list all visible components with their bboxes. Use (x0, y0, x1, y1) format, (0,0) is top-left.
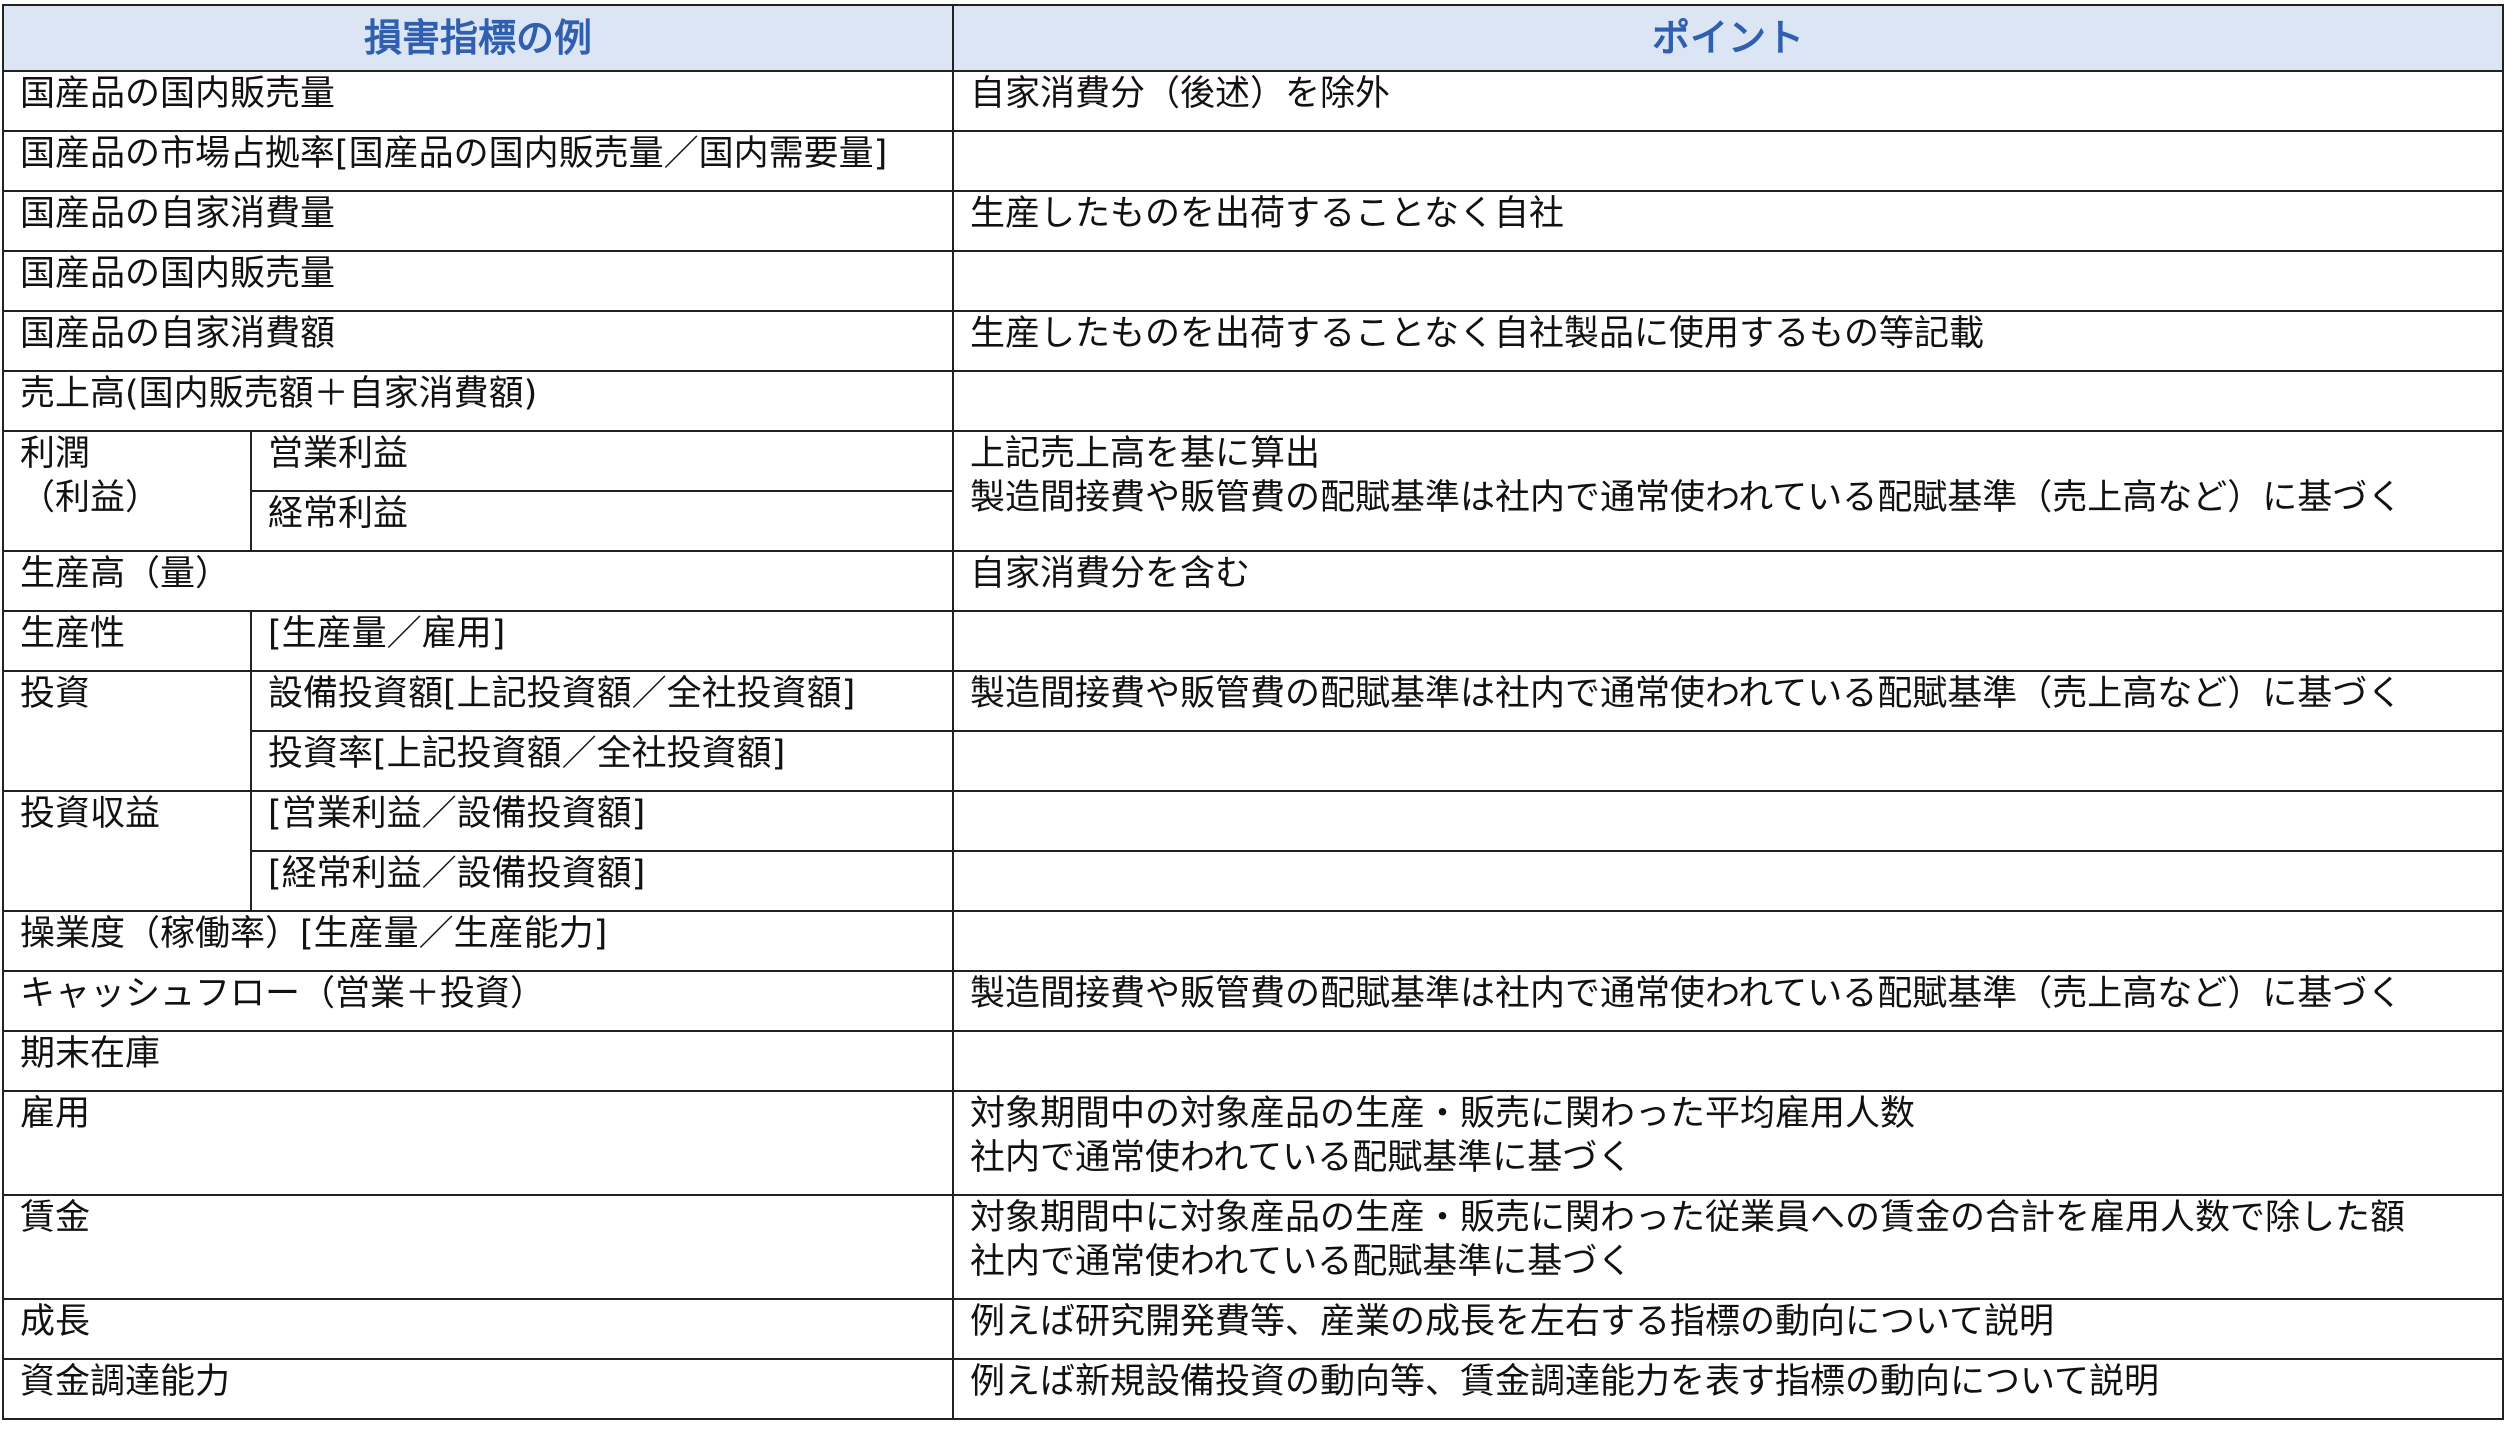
indicator-cell: 雇用 (1, 1090, 955, 1196)
point-cell: 上記売上高を基に算出 製造間接費や販管費の配賦基準は社内で通常使われている配賦基… (952, 430, 2505, 552)
table-row: 賃金 対象期間中に対象産品の生産・販売に関わった従業員への賃金の合計を雇用人数で… (1, 1194, 2505, 1300)
indicator-group-label: 利潤 (20, 434, 91, 474)
point-line: 社内で通常使われている配賦基準に基づく (970, 1242, 1633, 1282)
indicator-cell: 成長 (1, 1298, 955, 1360)
table-row: 国産品の市場占拠率[国産品の国内販売量／国内需要量] (1, 130, 2505, 192)
point-cell (952, 790, 2505, 852)
table-row: 生産性 [生産量／雇用] (2, 610, 2505, 672)
point-cell: 生産したものを出荷することなく自社 (952, 190, 2505, 252)
table-row: 期末在庫 (1, 1030, 2505, 1092)
table-row: [経常利益／設備投資額] (3, 850, 2505, 912)
point-cell: 例えば新規設備投資の動向等、賃金調達能力を表す指標の動向について説明 (952, 1358, 2505, 1420)
sub-indicator-cell: [生産量／雇用] (249, 610, 955, 672)
sub-indicator-cell: 投資率[上記投資額／全社投資額] (249, 730, 955, 792)
point-cell (952, 370, 2505, 432)
indicator-cell: 賃金 (1, 1194, 955, 1300)
sub-indicator-cell: 設備投資額[上記投資額／全社投資額] (249, 670, 955, 732)
point-cell: 製造間接費や販管費の配賦基準は社内で通常使われている配賦基準（売上高など）に基づ… (952, 970, 2505, 1032)
point-cell: 製造間接費や販管費の配賦基準は社内で通常使われている配賦基準（売上高など）に基づ… (952, 670, 2505, 732)
header-indicator-example: 損害指標の例 (1, 4, 955, 72)
table-row: 投資収益 [営業利益／設備投資額] (2, 790, 2505, 912)
table-row: 売上高(国内販売額＋自家消費額) (1, 370, 2505, 432)
indicator-group-label-sub: （利益） (20, 478, 161, 518)
indicator-cell: 資金調達能力 (1, 1358, 955, 1420)
point-cell (952, 250, 2505, 312)
header-point: ポイント (952, 4, 2505, 72)
table-row: 投資 設備投資額[上記投資額／全社投資額] 製造間接費や販管費の配賦基準は社内で… (2, 670, 2505, 792)
table-row: キャッシュフロー（営業＋投資） 製造間接費や販管費の配賦基準は社内で通常使われて… (1, 970, 2505, 1032)
point-cell: 例えば研究開発費等、産業の成長を左右する指標の動向について説明 (952, 1298, 2505, 1360)
indicator-group-cell: 生産性 (2, 610, 252, 672)
indicator-cell: 国産品の国内販売量 (1, 250, 955, 312)
point-cell: 対象期間中に対象産品の生産・販売に関わった従業員への賃金の合計を雇用人数で除した… (952, 1194, 2505, 1300)
indicator-group-cell: 投資収益 (2, 790, 252, 912)
sub-indicator-cell: 営業利益 (249, 430, 955, 492)
table-row: 利潤 （利益） 営業利益 上記売上高を基に算出 製造間接費や販管費の配賦基準は社… (2, 430, 2505, 552)
indicator-group-cell: 投資 (2, 670, 252, 792)
table-row: 成長 例えば研究開発費等、産業の成長を左右する指標の動向について説明 (1, 1298, 2505, 1360)
indicator-cell: 操業度（稼働率）[生産量／生産能力] (1, 910, 955, 972)
table-row: 国産品の自家消費額 生産したものを出荷することなく自社製品に使用するもの等記載 (1, 310, 2505, 372)
indicator-cell: 国産品の国内販売量 (1, 70, 955, 132)
indicator-cell: 売上高(国内販売額＋自家消費額) (1, 370, 955, 432)
damage-indicators-table: 損害指標の例 ポイント 国産品の国内販売量 自家消費分（後述）を除外 国産品の市… (1, 4, 2505, 1420)
point-cell: 自家消費分を含む (952, 550, 2505, 612)
point-cell (952, 850, 2505, 912)
point-line: 上記売上高を基に算出 (970, 434, 1321, 474)
sub-indicator-cell: [経常利益／設備投資額] (249, 850, 955, 912)
indicator-cell: 国産品の市場占拠率[国産品の国内販売量／国内需要量] (1, 130, 955, 192)
table-row: 生産高（量） 自家消費分を含む (1, 550, 2505, 612)
point-line: 製造間接費や販管費の配賦基準は社内で通常使われている配賦基準（売上高など）に基づ… (970, 478, 2403, 518)
table-header-row: 損害指標の例 ポイント (1, 4, 2505, 72)
indicator-cell: 生産高（量） (1, 550, 955, 612)
point-cell: 自家消費分（後述）を除外 (952, 70, 2505, 132)
point-cell: 対象期間中の対象産品の生産・販売に関わった平均雇用人数 社内で通常使われている配… (952, 1090, 2505, 1196)
point-line: 対象期間中に対象産品の生産・販売に関わった従業員への賃金の合計を雇用人数で除した… (970, 1198, 2406, 1238)
table-row: 国産品の国内販売量 (1, 250, 2505, 312)
table-row: 雇用 対象期間中の対象産品の生産・販売に関わった平均雇用人数 社内で通常使われて… (1, 1090, 2505, 1196)
indicator-cell: 期末在庫 (1, 1030, 955, 1092)
table-row: 投資率[上記投資額／全社投資額] (3, 730, 2505, 792)
sub-indicator-cell: 経常利益 (249, 490, 955, 552)
point-cell (952, 1030, 2505, 1092)
indicator-cell: 国産品の自家消費額 (1, 310, 955, 372)
table-row: 国産品の自家消費量 生産したものを出荷することなく自社 (1, 190, 2505, 252)
point-cell (952, 130, 2505, 192)
table-row: 操業度（稼働率）[生産量／生産能力] (1, 910, 2505, 972)
indicator-cell: 国産品の自家消費量 (1, 190, 955, 252)
point-cell: 生産したものを出荷することなく自社製品に使用するもの等記載 (952, 310, 2505, 372)
point-cell (952, 610, 2505, 672)
point-line: 対象期間中の対象産品の生産・販売に関わった平均雇用人数 (970, 1094, 1916, 1134)
table-row: 資金調達能力 例えば新規設備投資の動向等、賃金調達能力を表す指標の動向について説… (1, 1358, 2505, 1420)
indicator-cell: キャッシュフロー（営業＋投資） (1, 970, 955, 1032)
sub-indicator-cell: [営業利益／設備投資額] (249, 790, 955, 852)
point-cell (952, 910, 2505, 972)
indicator-group-cell: 利潤 （利益） (2, 430, 252, 552)
table-row: 国産品の国内販売量 自家消費分（後述）を除外 (1, 70, 2505, 132)
point-cell (952, 730, 2505, 792)
point-line: 社内で通常使われている配賦基準に基づく (970, 1138, 1633, 1178)
